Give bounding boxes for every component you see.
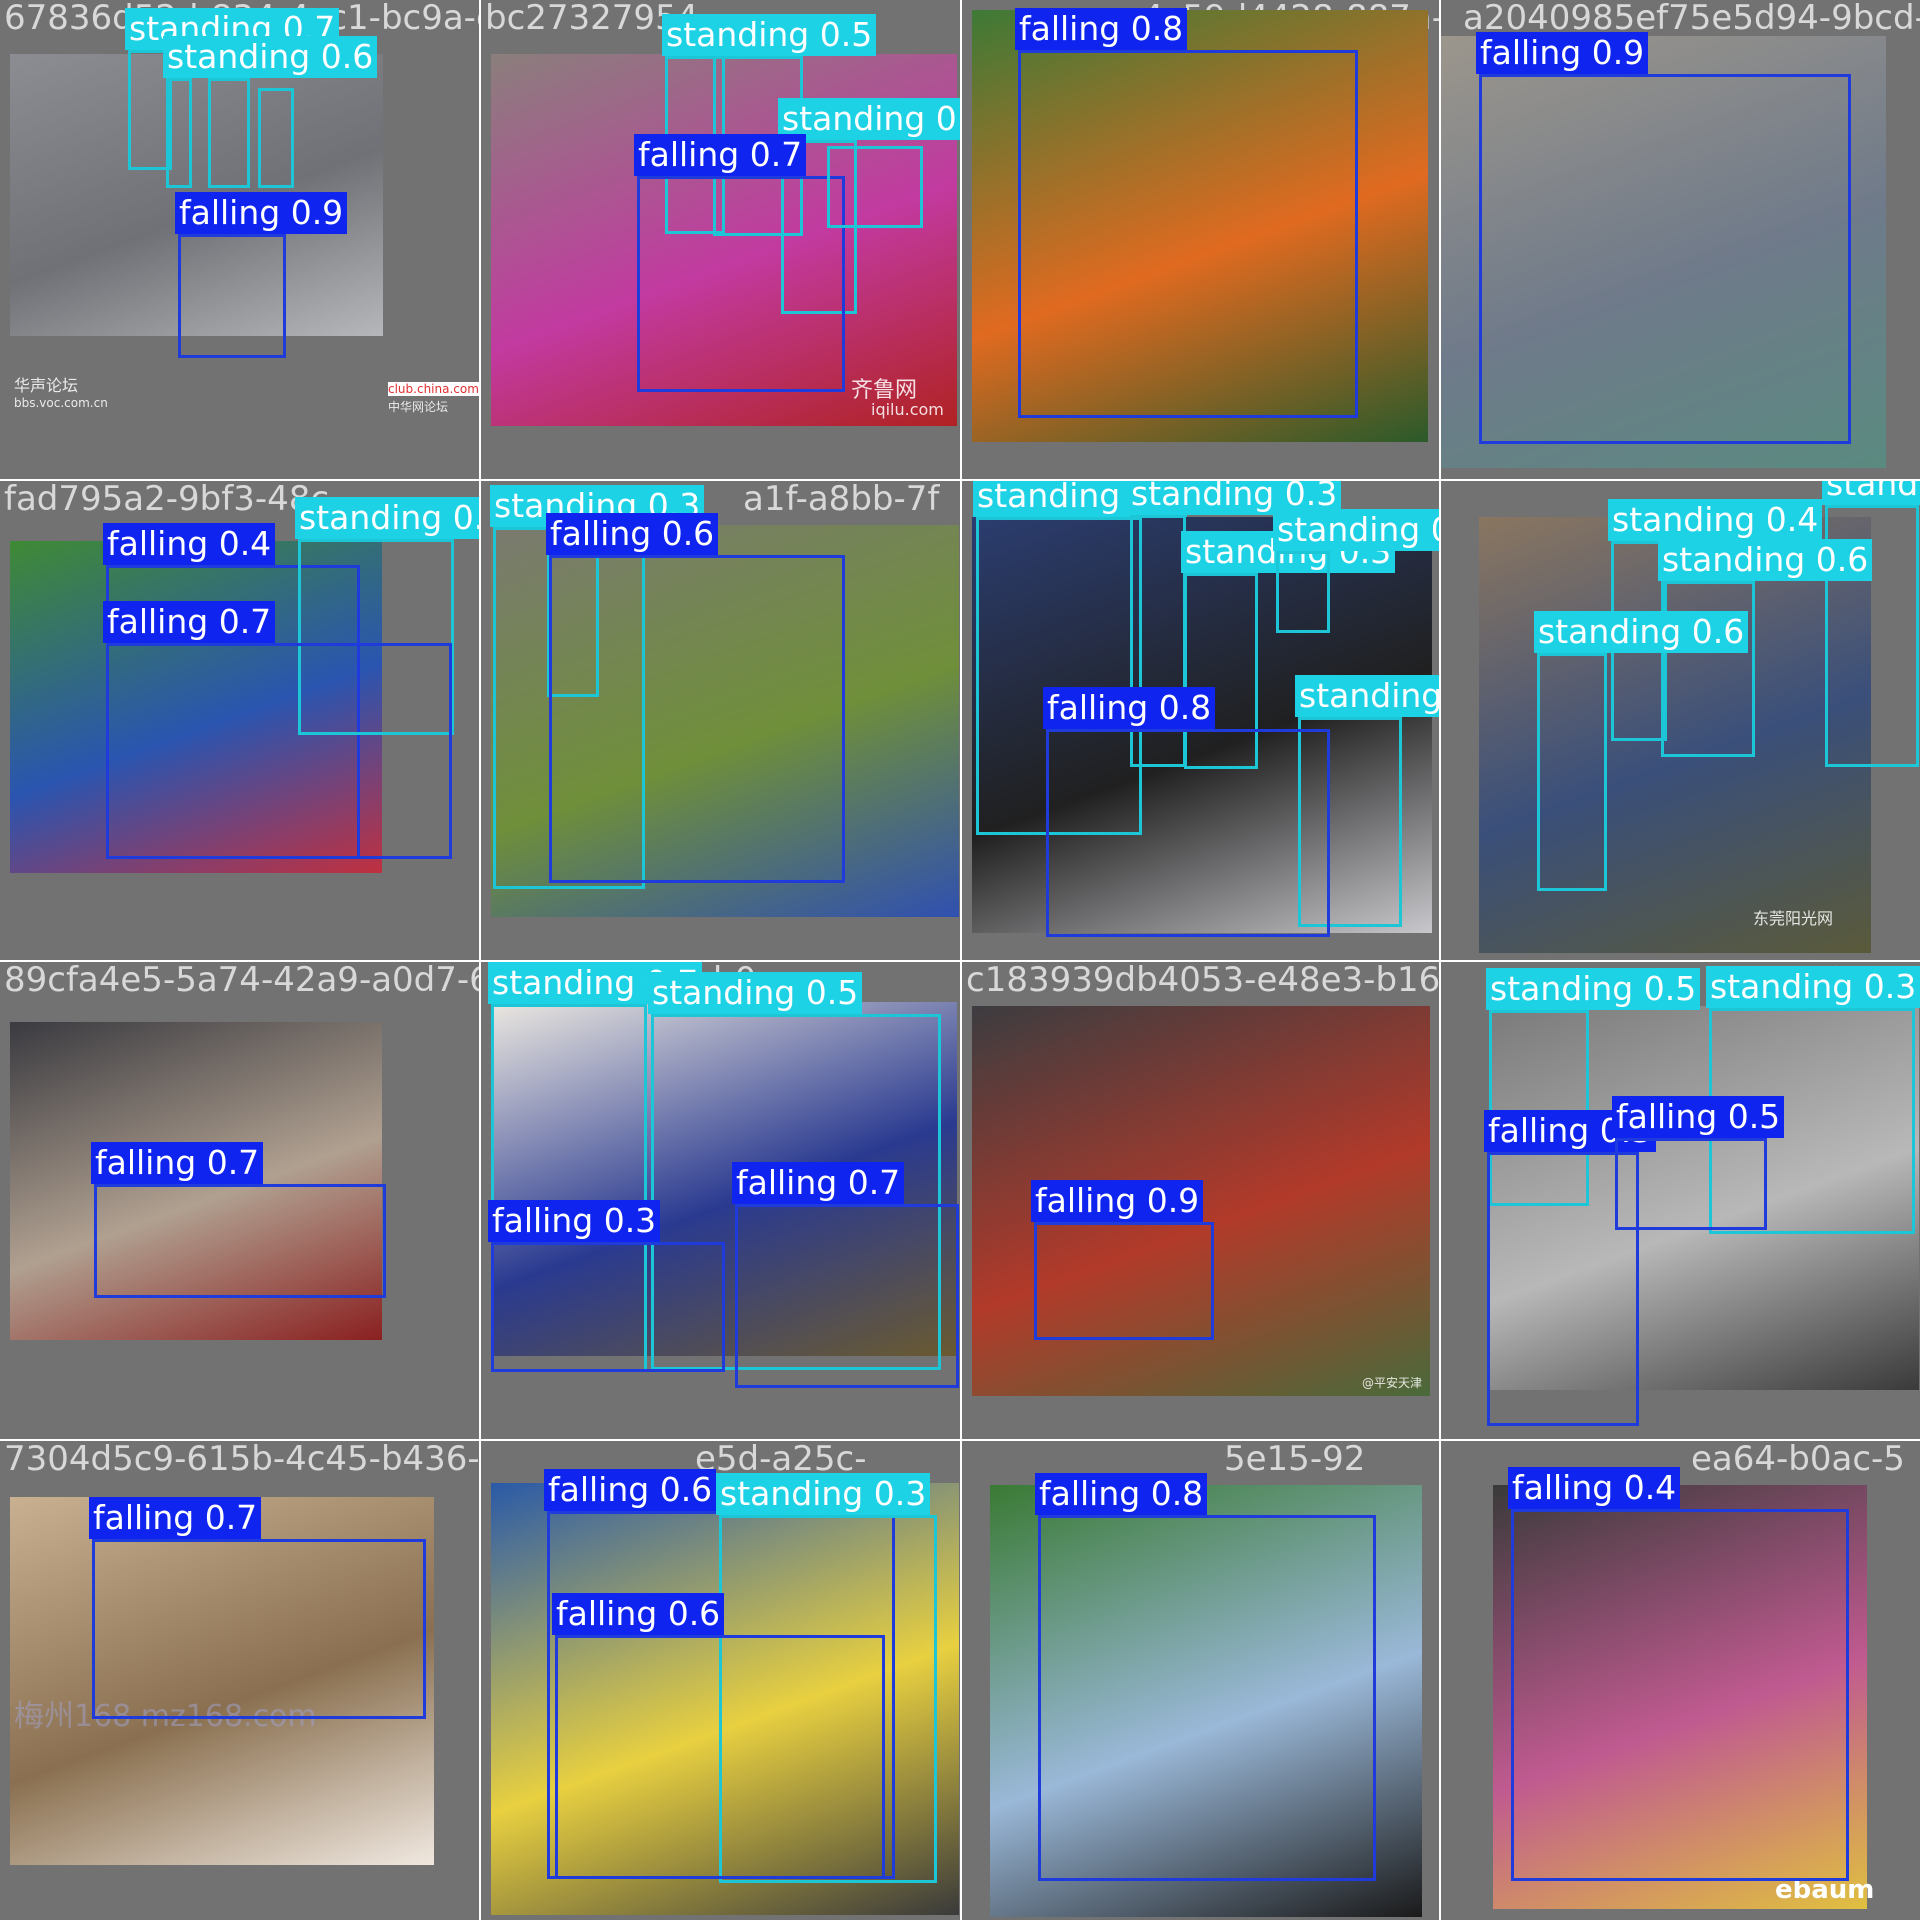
detection-box: falling 0.9: [1031, 1180, 1214, 1340]
detection-label: standing 0.3: [1706, 966, 1920, 1008]
detection-label: falling 0.7: [103, 601, 276, 643]
detection-label: falling 0.5: [1612, 1096, 1785, 1138]
detection-label: falling 0.7: [732, 1162, 905, 1204]
detection-label: standing 0.7: [1822, 481, 1920, 505]
tile-filename: fad795a2-9bf3-48c: [4, 481, 330, 519]
detection-label: standing 0.3: [716, 1473, 931, 1515]
detection-label: standing 0.5: [295, 497, 479, 539]
detection-label: falling 0.8: [1035, 1473, 1208, 1515]
watermark: bbs.voc.com.cn: [14, 396, 108, 410]
detection-box: [258, 88, 294, 188]
result-tile: 东莞阳光网 standing 0.7 standing 0.4 standing…: [1441, 481, 1920, 960]
tile-filename: ea64-b0ac-5: [1691, 1441, 1905, 1479]
watermark: 中华网论坛: [388, 400, 449, 414]
detection-label: falling 0.8: [1043, 687, 1216, 729]
detection-box: falling 0.7: [91, 1142, 386, 1298]
result-tile: a1f-a8bb-7f standing 0.3 falling 0.6: [481, 481, 960, 960]
detection-label: falling 0.9: [175, 192, 348, 234]
watermark: club.china.com: [388, 382, 479, 396]
detection-label: standing 0.6: [1658, 539, 1873, 581]
detection-box: standing 0.6: [163, 36, 378, 188]
tile-filename: c183939db4053-e48e3-b16b-d: [966, 962, 1439, 1000]
detection-box: [827, 146, 923, 228]
detection-label: falling 0.6: [544, 1469, 717, 1511]
detection-label: falling 0.6: [546, 513, 719, 555]
detection-box: standing 0.6: [1658, 539, 1873, 757]
detection-label: falling 0.4: [103, 523, 276, 565]
result-tile: 7304d5c9-615b-4c45-b436-0 梅州168 mz168.co…: [0, 1441, 479, 1920]
detection-label: standing 0.5: [662, 14, 877, 56]
detection-box: falling 0.7: [89, 1497, 426, 1719]
tile-filename: 7304d5c9-615b-4c45-b436-0: [4, 1441, 479, 1479]
detection-box: falling 0.7: [732, 1162, 959, 1388]
result-tile: 89cfa4e5-5a74-42a9-a0d7-6 falling 0.7: [0, 962, 479, 1439]
detection-label: standing 0.6: [1534, 611, 1749, 653]
detection-label: falling 0.7: [91, 1142, 264, 1184]
detection-box: standing 0.6: [1534, 611, 1749, 891]
result-tile: 4c59d4428-887a-e falling 0.8: [962, 0, 1439, 479]
detection-label: falling 0.3: [488, 1200, 661, 1242]
detection-box: falling 0.9: [175, 192, 348, 358]
detection-box: falling 0.7: [103, 601, 452, 859]
tile-filename: a1f-a8bb-7f: [743, 481, 940, 519]
watermark: 华声论坛: [14, 376, 79, 395]
detection-label: standing 0.6: [163, 36, 378, 78]
result-tile: ca-a58-11 standing 0.5 standing 0.3 fall…: [1441, 962, 1920, 1439]
result-tile: b0-c standing 0.7 standing 0.5 falling 0…: [481, 962, 960, 1439]
detection-box: falling 0.8: [1015, 8, 1358, 418]
detection-label: falling 0.4: [1508, 1467, 1681, 1509]
watermark: 东莞阳光网: [1753, 909, 1834, 928]
detection-box: falling 0.5: [1612, 1096, 1785, 1230]
detection-box: falling 0.6: [546, 513, 845, 883]
detection-box: falling 0.6: [552, 1593, 885, 1879]
result-tile: ea64-b0ac-5 ebaum falling 0.4: [1441, 1441, 1920, 1920]
watermark: @平安天津: [1362, 1376, 1423, 1390]
detection-box: falling 0.9: [1476, 32, 1851, 444]
tile-filename: 5e15-92: [1224, 1441, 1366, 1479]
result-tile: bc27327954- 齐鲁网 iqilu.com standing 0.5 s…: [481, 0, 960, 479]
detection-label: standing 0.5: [1486, 968, 1701, 1010]
detection-label: falling 0.7: [89, 1497, 262, 1539]
detection-box: falling 0.4: [1508, 1467, 1849, 1881]
tile-filename: 89cfa4e5-5a74-42a9-a0d7-6: [4, 962, 479, 1000]
detection-label: standing 0.4: [1608, 499, 1823, 541]
detection-label: falling 0.8: [1015, 8, 1188, 50]
result-tile: 5e15-92 falling 0.8: [962, 1441, 1439, 1920]
result-tile: 67836d52-b834-4cc1-bc9a-d 华声论坛 bbs.voc.c…: [0, 0, 479, 479]
detection-label: falling 0.9: [1476, 32, 1649, 74]
detection-label: standing 0.3: [1273, 509, 1439, 551]
detection-label: falling 0.9: [1031, 1180, 1204, 1222]
detection-box: [208, 78, 250, 188]
detection-box: falling 0.3: [488, 1200, 725, 1372]
detection-results-grid: 67836d52-b834-4cc1-bc9a-d 华声论坛 bbs.voc.c…: [0, 0, 1920, 1920]
result-tile: a2040985ef75e5d94-9bcd-5 falling 0.9: [1441, 0, 1920, 479]
detection-box: standing 0.3: [1273, 509, 1439, 633]
result-tile: standing 0.3 standing 0.3 standing 0.3 s…: [962, 481, 1439, 960]
detection-label: standing 0.5: [648, 972, 863, 1014]
detection-box: falling 0.7: [634, 134, 845, 392]
detection-box: falling 0.8: [1043, 687, 1330, 937]
result-tile: c183939db4053-e48e3-b16b-d @平安天津 falling…: [962, 962, 1439, 1439]
detection-box: falling 0.8: [1035, 1473, 1376, 1881]
detection-label: falling 0.6: [552, 1593, 725, 1635]
watermark: iqilu.com: [871, 400, 944, 419]
result-tile: fad795a2-9bf3-48c falling 0.4 standing 0…: [0, 481, 479, 960]
detection-label: falling 0.7: [634, 134, 807, 176]
detection-label: standing 0.5: [1295, 675, 1439, 717]
result-tile: e5d-a25c- falling 0.6 standing 0.3 falli…: [481, 1441, 960, 1920]
